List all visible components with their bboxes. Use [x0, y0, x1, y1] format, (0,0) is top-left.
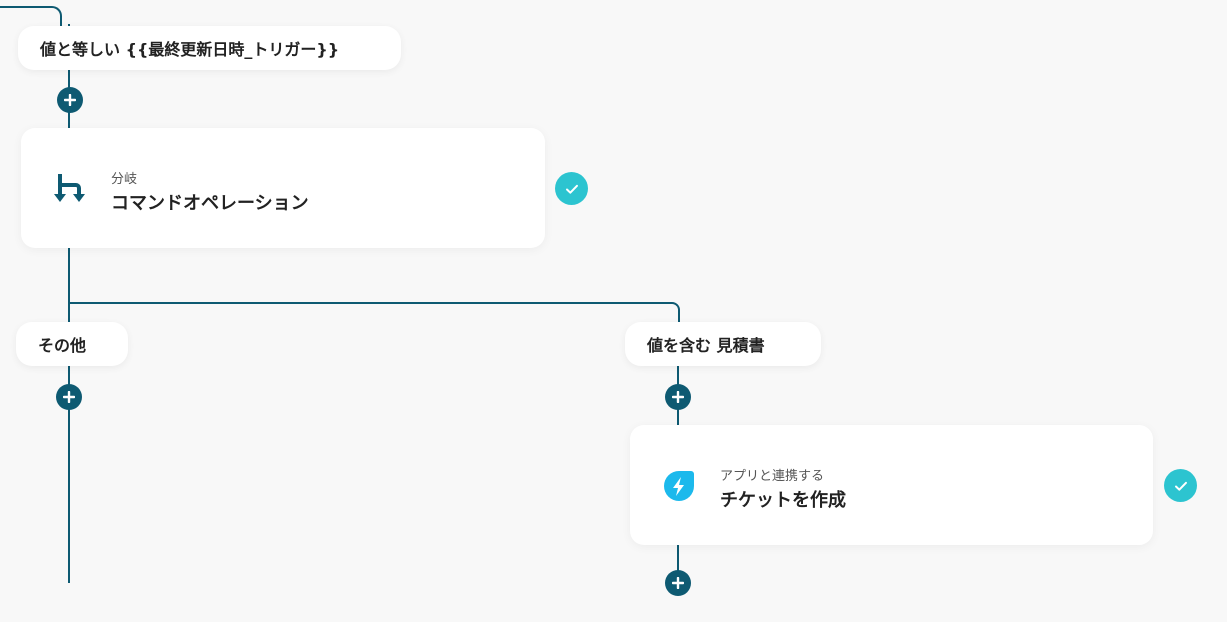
branch-step-status [555, 172, 588, 205]
check-icon [565, 184, 578, 194]
condition-equals-label: 値と等しい {{最終更新日時_トリガー}} [40, 40, 340, 59]
create-ticket-step-category: アプリと連携する [720, 469, 825, 484]
plus-icon [64, 94, 76, 106]
add-step-button-1[interactable] [57, 87, 83, 113]
branch-step-category: 分岐 [111, 172, 138, 187]
branch-connector-corner [68, 302, 680, 324]
branch-step-title: コマンドオペレーション [111, 193, 309, 214]
create-ticket-step-title: チケットを作成 [720, 490, 846, 511]
add-step-button-4[interactable] [665, 570, 691, 596]
create-ticket-step-card[interactable]: アプリと連携する チケットを作成 [630, 425, 1153, 545]
create-ticket-step-status [1164, 469, 1197, 502]
condition-other-label: その他 [38, 336, 87, 355]
check-icon [1174, 481, 1187, 491]
freshdesk-lightning-icon [662, 469, 696, 503]
condition-contains-label: 値を含む 見積書 [647, 336, 765, 355]
top-connector-corner [0, 6, 62, 28]
branch-icon [53, 172, 87, 206]
main-connector-line-2 [68, 248, 70, 583]
add-step-button-3[interactable] [665, 384, 691, 410]
plus-icon [672, 577, 684, 589]
plus-icon [672, 391, 684, 403]
condition-contains-pill[interactable]: 値を含む 見積書 [625, 322, 821, 366]
branch-step-card[interactable]: 分岐 コマンドオペレーション [21, 128, 545, 248]
condition-other-pill[interactable]: その他 [16, 322, 128, 366]
plus-icon [63, 391, 75, 403]
condition-equals-pill[interactable]: 値と等しい {{最終更新日時_トリガー}} [18, 26, 401, 70]
add-step-button-2[interactable] [56, 384, 82, 410]
